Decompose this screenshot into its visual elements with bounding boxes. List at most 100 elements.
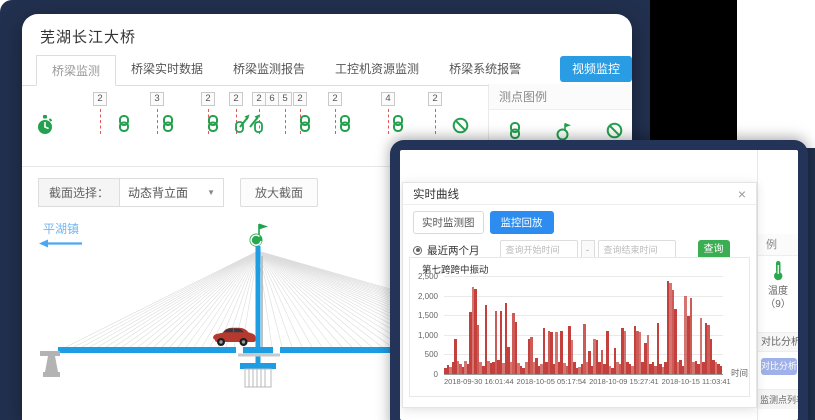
chevron-down-icon: ▼: [207, 188, 215, 197]
y-tick-label: 0: [434, 370, 438, 379]
sensor-count-badge: 6: [265, 92, 279, 106]
bar: [571, 340, 574, 374]
x-axis-title: 时间: [731, 367, 748, 379]
place-label-text: 平湖镇: [38, 220, 84, 237]
tab-realtime-chart[interactable]: 实时监测图: [413, 211, 484, 234]
close-icon[interactable]: ×: [738, 187, 746, 201]
sensor-count-badge: 2: [328, 92, 342, 106]
bar: [662, 367, 665, 374]
bar: [548, 331, 551, 374]
bar: [692, 362, 695, 374]
bar: [578, 367, 581, 374]
displacement-sensor-icon: [235, 111, 263, 138]
bar: [502, 363, 505, 374]
sensor-count-badge: 2: [252, 92, 266, 106]
expansion-joint-left: [236, 347, 243, 354]
y-tick-label: 2,500: [418, 272, 438, 281]
sensor-dash-mark: [285, 109, 286, 134]
sensor-count-badge: 4: [381, 92, 395, 106]
chain-icon: [162, 115, 174, 137]
bar: [700, 318, 703, 374]
bar: [720, 366, 723, 374]
bar: [593, 339, 596, 374]
bar: [619, 364, 622, 374]
compare-section-label: 对比分析: [758, 332, 798, 352]
prohibit-icon: [452, 117, 469, 139]
bar: [525, 362, 528, 374]
sensor-count-badge: 2: [93, 92, 107, 106]
place-label: 平湖镇: [38, 220, 84, 251]
y-tick-label: 500: [425, 350, 438, 359]
bar: [586, 362, 589, 374]
last-two-months-label: 最近两个月: [427, 243, 480, 258]
last-two-months-radio[interactable]: [413, 246, 422, 255]
bar: [566, 366, 569, 374]
x-tick-label: 2018-10-09 15:27:41: [589, 377, 659, 386]
bar: [540, 364, 543, 374]
point-list-section-label: 监测点列表: [758, 389, 798, 409]
legend-panel-title: 测点图例: [489, 84, 632, 110]
y-tick-label: 2,000: [418, 292, 438, 301]
x-tick-label: 2018-09-30 16:01:44: [444, 377, 514, 386]
modal-tabbar: 实时监测图 监控回放: [403, 205, 756, 234]
bar: [601, 350, 604, 374]
bar: [647, 335, 650, 374]
vibration-chart: 第七跨跨中振动 2,5002,0001,5001,0005000 2018-09…: [409, 257, 750, 397]
compare-analysis-button[interactable]: 对比分析: [761, 358, 797, 375]
sensor-count-badge: 2: [229, 92, 243, 106]
modal-header: 实时曲线 ×: [403, 183, 756, 205]
bar: [464, 361, 467, 374]
section-controls: 截面选择： 动态背立面 ▼ 放大截面: [38, 178, 318, 207]
sensor-count-badge: 5: [278, 92, 292, 106]
playback-page: 例 温度 （9） 对比分析 对比分析 监测点列表 实时曲线 × 实时监测图: [400, 150, 798, 420]
bar: [715, 362, 718, 374]
screenshot-canvas: 芜湖长江大桥 桥梁监测 桥梁实时数据 桥梁监测报告 工控机资源监测 桥梁系统报警…: [0, 0, 815, 420]
chain-icon: [207, 115, 219, 137]
bar: [449, 367, 452, 374]
side-panel-partial-header: 例: [758, 234, 798, 256]
bar: [624, 331, 627, 374]
wind-sensor-icon: [250, 224, 269, 247]
chain-icon: [299, 115, 311, 137]
modal-title: 实时曲线: [413, 186, 459, 202]
tower-cap: [240, 363, 276, 369]
temperature-label: 温度: [758, 285, 798, 298]
west-direction-arrow: [38, 239, 84, 248]
bar: [631, 366, 634, 374]
chain-icon: [118, 115, 130, 137]
section-select-dropdown[interactable]: 动态背立面 ▼: [120, 178, 224, 207]
bar: [533, 362, 536, 374]
realtime-curve-modal: 实时曲线 × 实时监测图 监控回放 最近两个月 - 查询: [402, 182, 757, 408]
deck-crossbeam: [238, 353, 280, 357]
bar: [677, 362, 680, 374]
bar: [609, 366, 612, 374]
bar: [639, 332, 642, 374]
section-select-label: 截面选择：: [38, 178, 120, 207]
enlarge-section-button[interactable]: 放大截面: [240, 178, 318, 207]
side-panel: 例 温度 （9） 对比分析 对比分析 监测点列表: [757, 150, 798, 420]
sensor-count-badge: 3: [150, 92, 164, 106]
x-tick-label: 2018-10-15 11:03:41: [662, 377, 731, 386]
bar: [472, 287, 475, 374]
sensor-count-badge: 2: [428, 92, 442, 106]
car-sprite: [213, 328, 256, 346]
bar: [479, 362, 482, 374]
y-tick-label: 1,000: [418, 331, 438, 340]
tab-monitor-playback[interactable]: 监控回放: [490, 211, 554, 234]
sensor-dash-mark: [157, 109, 158, 134]
sensor-dash-mark: [335, 109, 336, 134]
sensor-dash-mark: [435, 109, 436, 134]
bar: [555, 332, 558, 374]
tower-foundation: [245, 369, 271, 387]
bar: [459, 364, 462, 374]
bar: [684, 296, 687, 374]
chain-icon: [392, 115, 404, 137]
sensor-count-badge: 2: [293, 92, 307, 106]
background-white-region: [737, 0, 815, 148]
stopwatch-icon: [36, 115, 54, 140]
temperature-block: 温度 （9）: [758, 260, 798, 311]
bar: [512, 313, 515, 374]
section-select-value: 动态背立面: [128, 184, 188, 201]
chain-icon: [339, 115, 351, 137]
sensor-dash-mark: [388, 109, 389, 134]
